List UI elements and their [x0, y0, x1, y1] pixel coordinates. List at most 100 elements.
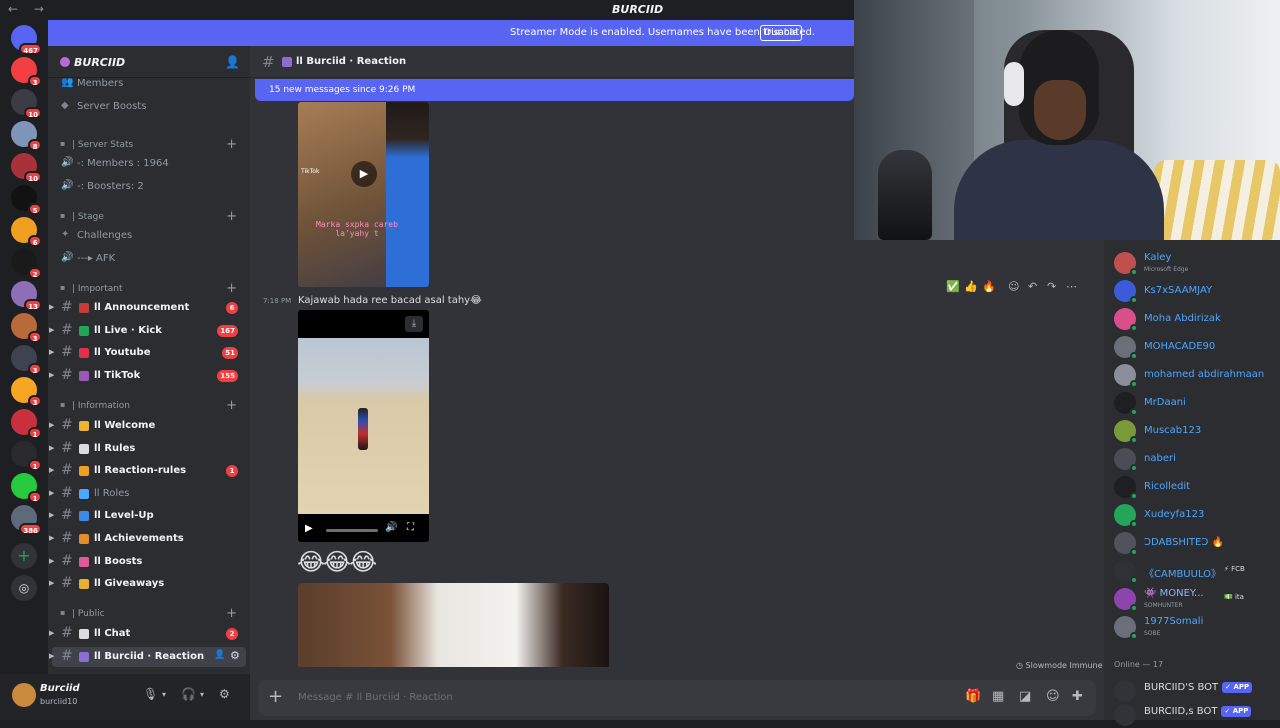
member-item[interactable]: MOHACADE90: [1104, 332, 1280, 360]
headphones-icon[interactable]: 🎧: [181, 687, 196, 701]
play-icon[interactable]: ▶: [351, 161, 377, 187]
server-icon[interactable]: 3: [11, 57, 42, 87]
server-icon[interactable]: 1: [11, 441, 42, 471]
server-icon[interactable]: 10: [11, 89, 42, 119]
category-information[interactable]: ▪ | Information +: [48, 396, 250, 416]
member-item[interactable]: naberi: [1104, 444, 1280, 472]
more-options-icon[interactable]: ⋯: [1066, 280, 1077, 293]
member-item[interactable]: Xudeyfa123: [1104, 500, 1280, 528]
add-reaction-icon[interactable]: ☺: [1008, 280, 1019, 293]
server-icon[interactable]: 2: [11, 249, 42, 279]
chevron-right-icon[interactable]: ▶: [49, 466, 54, 474]
download-icon[interactable]: ⤓: [405, 316, 423, 332]
channel-item[interactable]: ▶ # ll Burciid · Reaction 👤 ⚙: [49, 646, 246, 667]
image-attachment[interactable]: [298, 583, 609, 667]
reaction-check-icon[interactable]: ✅: [946, 280, 960, 293]
sidebar-item-server-boosts[interactable]: ◆ Server Boosts: [48, 97, 250, 117]
member-item[interactable]: mohamed abdirahmaan: [1104, 360, 1280, 388]
member-item[interactable]: MrDaani: [1104, 388, 1280, 416]
sidebar-item-members[interactable]: 👥 Members: [48, 74, 250, 94]
member-item[interactable]: Ks7xSAAMJAY: [1104, 276, 1280, 304]
category-public[interactable]: ▪ | Public +: [48, 604, 250, 624]
channel-item[interactable]: ▶ # ll Youtube 51: [48, 343, 250, 363]
channel-item[interactable]: ▶ # ll Live · Kick 167: [48, 321, 250, 341]
server-icon[interactable]: 10: [11, 153, 42, 183]
gear-icon[interactable]: ⚙: [230, 649, 240, 662]
video-player[interactable]: ⤓ ▶ 🔊 ⛶: [298, 310, 429, 542]
chevron-right-icon[interactable]: ▶: [49, 534, 54, 542]
apps-icon[interactable]: ✚: [1072, 689, 1083, 704]
add-server-icon[interactable]: +: [11, 543, 37, 569]
disable-streamer-mode-button[interactable]: Disable: [760, 25, 802, 41]
sidebar-item-afk[interactable]: 🔊 ---▸ AFK: [48, 249, 250, 269]
category-server-stats[interactable]: ▪ | Server Stats +: [48, 135, 250, 155]
server-icon[interactable]: 6: [11, 217, 42, 247]
video-progress-bar[interactable]: [326, 529, 378, 532]
gif-icon[interactable]: ▦: [992, 689, 1004, 704]
server-icon[interactable]: 386: [11, 505, 42, 535]
member-item[interactable]: 👾 MONEY... SOMHUNTER 💵 ita: [1104, 584, 1280, 612]
server-icon[interactable]: 8: [11, 121, 42, 151]
create-channel-icon[interactable]: +: [226, 281, 237, 296]
channel-item[interactable]: ▶ # ll Roles: [48, 484, 250, 504]
member-item[interactable]: ƆDABSHITEƆ 🔥: [1104, 528, 1280, 556]
member-item[interactable]: Moha Abdirizak: [1104, 304, 1280, 332]
channel-item[interactable]: ▶ # ll TikTok 155: [48, 366, 250, 386]
server-icon[interactable]: 3: [11, 345, 42, 375]
chevron-right-icon[interactable]: ▶: [49, 489, 54, 497]
channel-item[interactable]: ▶ # ll Announcement 6: [48, 298, 250, 318]
channel-item[interactable]: ▶ # ll Giveaways: [48, 574, 250, 594]
new-messages-bar[interactable]: 15 new messages since 9:26 PM: [255, 79, 854, 101]
channel-item[interactable]: ▶ # ll Welcome: [48, 416, 250, 436]
sidebar-item-challenges[interactable]: ✦ Challenges: [48, 226, 250, 246]
chevron-right-icon[interactable]: ▶: [49, 652, 54, 660]
stat-boosters[interactable]: 🔊 -: Boosters: 2: [48, 177, 250, 197]
server-icon[interactable]: 1: [11, 409, 42, 439]
video-attachment[interactable]: TikTok ▶ Marka sxpka careb la'yahy t: [298, 102, 429, 287]
channel-item[interactable]: ▶ # ll Rules: [48, 439, 250, 459]
member-item[interactable]: Kaley Microsoft Edge: [1104, 248, 1280, 276]
member-item[interactable]: 《CAMBUULO》 ⚡ FCB: [1104, 556, 1280, 584]
avatar[interactable]: [12, 683, 36, 707]
category-stage[interactable]: ▪ | Stage +: [48, 207, 250, 227]
chevron-right-icon[interactable]: ▶: [49, 444, 54, 452]
channel-item[interactable]: ▶ # ll Chat 2: [48, 624, 250, 644]
microphone-icon[interactable]: 🎙: [143, 687, 158, 701]
chevron-right-icon[interactable]: ▶: [49, 303, 54, 311]
emoji-icon[interactable]: ☺: [1046, 689, 1060, 704]
volume-icon[interactable]: 🔊: [385, 522, 397, 533]
chevron-right-icon[interactable]: ▶: [49, 579, 54, 587]
channel-item[interactable]: ▶ # ll Boosts: [48, 552, 250, 572]
stat-members[interactable]: 🔊 -: Members : 1964: [48, 154, 250, 174]
create-channel-icon[interactable]: +: [226, 398, 237, 413]
sticker-icon[interactable]: ◪: [1019, 689, 1031, 704]
discover-icon[interactable]: ◎: [11, 575, 37, 601]
chevron-down-icon[interactable]: ▾: [200, 690, 204, 699]
channel-item[interactable]: ▶ # ll Reaction-rules 1: [48, 461, 250, 481]
category-important[interactable]: ▪ | Important +: [48, 279, 250, 299]
chevron-right-icon[interactable]: ▶: [49, 557, 54, 565]
fullscreen-icon[interactable]: ⛶: [407, 522, 414, 533]
chevron-right-icon[interactable]: ▶: [49, 326, 54, 334]
create-channel-icon[interactable]: +: [226, 606, 237, 621]
reply-icon[interactable]: ↶: [1028, 280, 1037, 293]
server-icon[interactable]: 5: [11, 185, 42, 215]
upload-plus-icon[interactable]: +: [268, 686, 283, 707]
server-icon[interactable]: 3: [11, 313, 42, 343]
gift-icon[interactable]: 🎁: [965, 689, 981, 704]
member-item[interactable]: 1977Somali SOBE: [1104, 612, 1280, 640]
message-input[interactable]: + Message # ll Burciid · Reaction 🎁 ▦ ◪ …: [258, 680, 1096, 716]
invite-icon[interactable]: 👤: [214, 650, 225, 660]
history-nav-arrows[interactable]: ← →: [8, 2, 50, 16]
create-channel-icon[interactable]: +: [226, 137, 237, 152]
discord-home-icon[interactable]: 467: [11, 25, 42, 55]
gear-icon[interactable]: ⚙: [219, 687, 230, 701]
chevron-right-icon[interactable]: ▶: [49, 629, 54, 637]
member-item[interactable]: Ricolledit: [1104, 472, 1280, 500]
server-icon[interactable]: 1: [11, 473, 42, 503]
chevron-down-icon[interactable]: ▾: [162, 690, 166, 699]
server-icon[interactable]: 13: [11, 281, 42, 311]
play-icon[interactable]: ▶: [305, 523, 313, 534]
bot-member-item[interactable]: BURCIID,s BOT ✓ APP: [1104, 700, 1280, 728]
channel-item[interactable]: ▶ # ll Level-Up: [48, 506, 250, 526]
